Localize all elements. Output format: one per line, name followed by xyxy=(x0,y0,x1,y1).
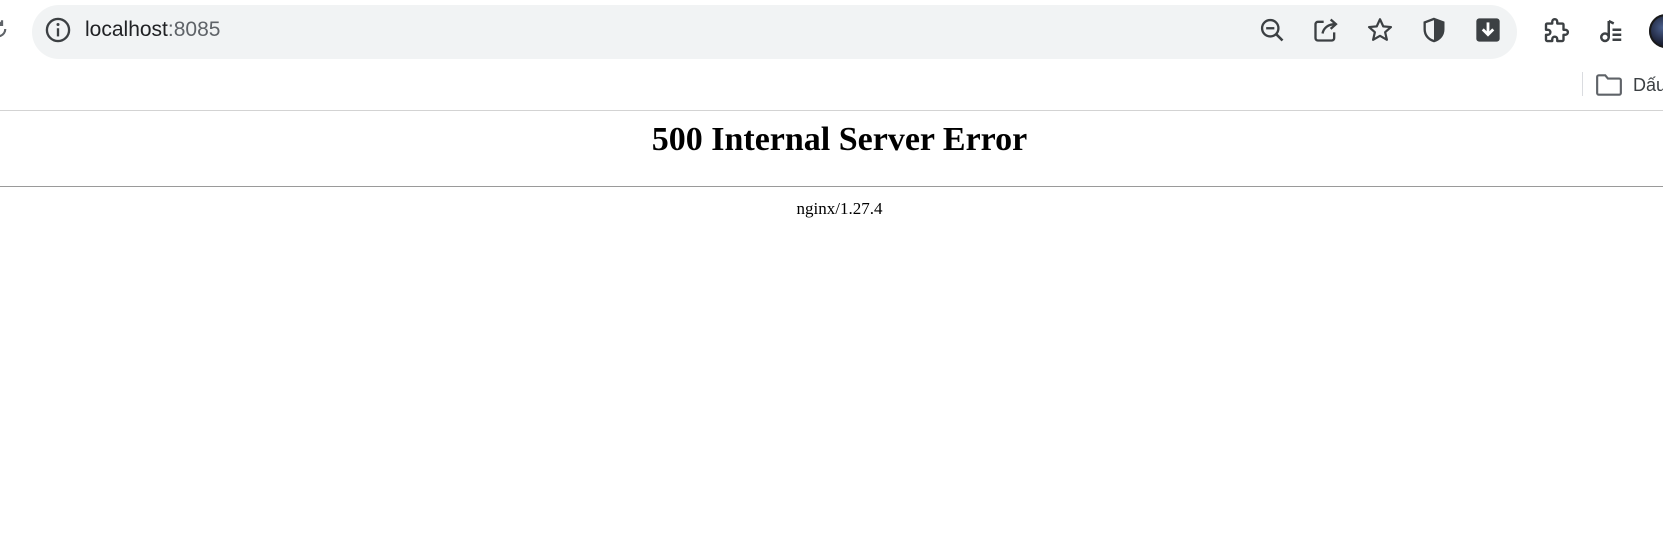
bookmark-star-icon[interactable] xyxy=(1366,16,1394,44)
url-port: :8085 xyxy=(167,18,221,41)
site-info-icon[interactable] xyxy=(44,16,72,44)
zoom-out-icon[interactable] xyxy=(1258,16,1286,44)
reload-icon[interactable] xyxy=(0,18,8,40)
page-title: 500 Internal Server Error xyxy=(651,121,1028,158)
bookmarks-bar: Dấu xyxy=(0,64,1663,111)
extensions-icon[interactable] xyxy=(1541,16,1571,46)
profile-avatar[interactable] xyxy=(1649,14,1663,48)
page-content: 500 Internal Server Error nginx/1.27.4 xyxy=(0,111,1663,553)
bookmark-folder-label[interactable]: Dấu xyxy=(1633,73,1663,97)
share-icon[interactable] xyxy=(1312,16,1340,44)
browser-toolbar: localhost:8085 xyxy=(0,0,1663,64)
bookmarks-separator xyxy=(1582,72,1583,96)
folder-icon[interactable] xyxy=(1595,72,1623,98)
divider xyxy=(0,186,1663,187)
download-icon[interactable] xyxy=(1474,16,1502,44)
reading-list-icon[interactable] xyxy=(1595,16,1625,46)
url-text[interactable]: localhost:8085 xyxy=(85,16,220,44)
server-signature: nginx/1.27.4 xyxy=(796,199,883,218)
url-host: localhost xyxy=(85,18,168,41)
address-bar[interactable] xyxy=(32,5,1517,59)
shield-icon[interactable] xyxy=(1420,16,1448,44)
